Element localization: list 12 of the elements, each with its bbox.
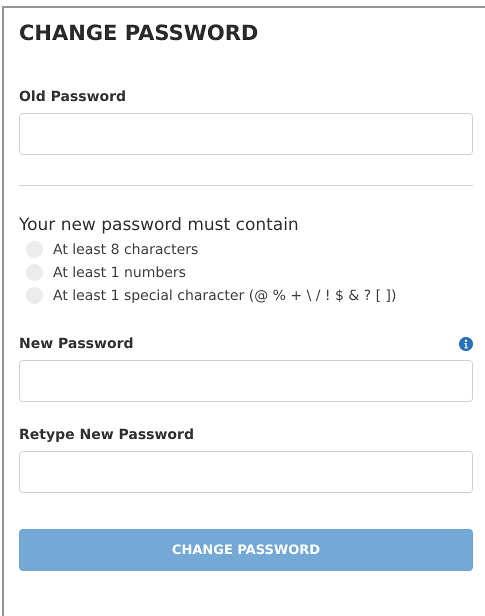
requirement-text: At least 1 numbers (53, 264, 186, 280)
requirements-heading: Your new password must contain (19, 215, 299, 235)
page-title: CHANGE PASSWORD (19, 21, 258, 45)
input-field[interactable] (19, 451, 473, 493)
info-icon[interactable] (459, 337, 473, 351)
field-label: New Password (19, 336, 134, 352)
field-label: Old Password (19, 89, 126, 105)
requirement-text: At least 1 special character (@ % + \ / ! $ & ? [ ]) (53, 288, 396, 304)
input-field[interactable] (19, 113, 473, 155)
input-field[interactable] (19, 360, 473, 402)
requirement-text: At least 8 characters (53, 242, 198, 258)
field-label: Retype New Password (19, 427, 194, 443)
